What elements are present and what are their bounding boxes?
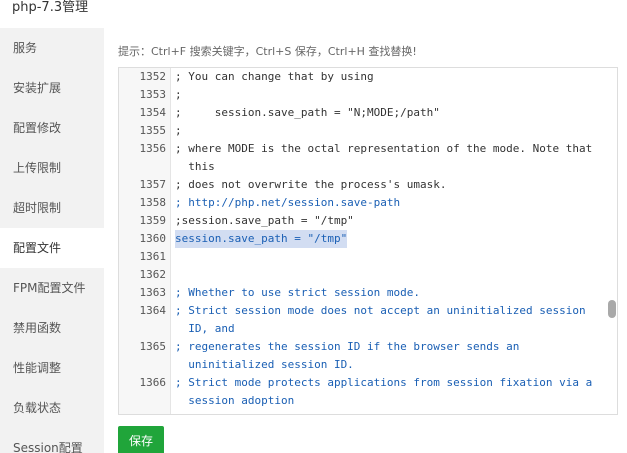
selected-text: session.save_path = "/tmp" (175, 230, 348, 248)
line-text: ; Strict mode protects applications from… (175, 376, 593, 389)
line-text: ; You can change that by using (175, 70, 374, 83)
sidebar-item-load-status[interactable]: 负载状态 (0, 388, 104, 428)
sidebar-item-timeout-limit[interactable]: 超时限制 (0, 188, 104, 228)
sidebar-item-performance[interactable]: 性能调整 (0, 348, 104, 388)
line-text: ; http://php.net/session.save-path (175, 196, 401, 209)
line-number: 1361 (139, 250, 167, 263)
window-title: php-7.3管理 (12, 0, 89, 15)
save-button[interactable]: 保存 (118, 426, 164, 453)
sidebar-item-disabled-functions[interactable]: 禁用函数 (0, 308, 104, 348)
sidebar-item-upload-limit[interactable]: 上传限制 (0, 148, 104, 188)
vertical-scrollbar[interactable] (603, 68, 617, 414)
line-text: ; session.save_path = "N;MODE;/path" (175, 106, 440, 119)
line-text: ; regenerates the session ID if the brow… (175, 340, 520, 353)
line-number: 1354 (139, 106, 167, 119)
line-number: 1356 (139, 142, 167, 155)
sidebar-item-fpm-config[interactable]: FPM配置文件 (0, 268, 104, 308)
line-text: this (175, 160, 215, 173)
sidebar-item-service[interactable]: 服务 (0, 28, 104, 68)
line-text: ; Strict session mode does not accept an… (175, 304, 586, 317)
line-text: session adoption (175, 394, 295, 407)
line-text: ; (175, 124, 182, 137)
line-number: 1352 (139, 70, 167, 83)
line-number: 1366 (139, 376, 167, 389)
code-editor[interactable]: 1352 ; You can change that by using 1353… (118, 67, 618, 415)
sidebar: 服务 安装扩展 配置修改 上传限制 超时限制 配置文件 FPM配置文件 禁用函数… (0, 28, 104, 453)
sidebar-item-config-file[interactable]: 配置文件 (0, 228, 104, 268)
line-text: uninitialized session ID. (175, 358, 354, 371)
line-number: 1359 (139, 214, 167, 227)
window-titlebar: php-7.3管理 (0, 0, 627, 20)
line-text: ; does not overwrite the process's umask… (175, 178, 447, 191)
sidebar-item-config-edit[interactable]: 配置修改 (0, 108, 104, 148)
line-number: 1362 (139, 268, 167, 281)
line-text: ; (175, 88, 182, 101)
line-number: 1363 (139, 286, 167, 299)
line-text: ;session.save_path = "/tmp" (175, 214, 354, 227)
line-text: ; where MODE is the octal representation… (175, 142, 593, 155)
line-number: 1355 (139, 124, 167, 137)
line-number: 1360 (139, 232, 167, 245)
scrollbar-thumb[interactable] (608, 300, 616, 318)
line-text: ID, and (175, 322, 235, 335)
shortcut-tip: 提示：Ctrl+F 搜索关键字，Ctrl+S 保存，Ctrl+H 查找替换! (118, 45, 417, 58)
sidebar-item-install-extension[interactable]: 安装扩展 (0, 68, 104, 108)
line-number: 1364 (139, 304, 167, 317)
line-text: ; Whether to use strict session mode. (175, 286, 421, 299)
line-number: 1357 (139, 178, 167, 191)
line-number: 1365 (139, 340, 167, 353)
line-number: 1358 (139, 196, 167, 209)
sidebar-item-session-config[interactable]: Session配置 (0, 428, 104, 453)
line-number: 1353 (139, 88, 167, 101)
